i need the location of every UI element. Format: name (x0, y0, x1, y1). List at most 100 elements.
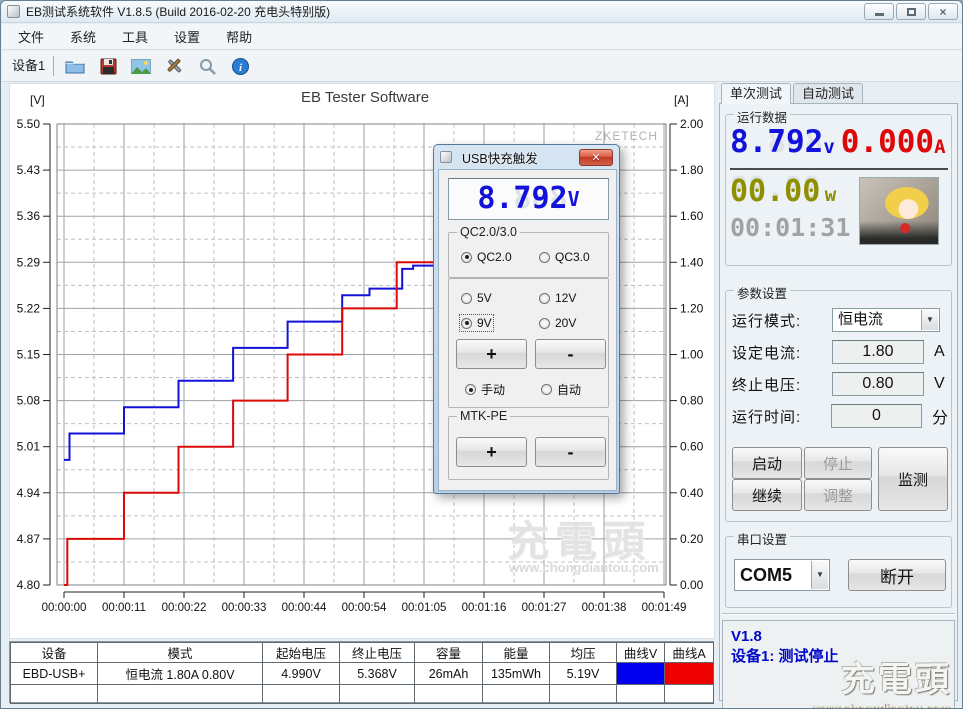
maximize-button[interactable] (896, 3, 926, 20)
svg-text:00:01:38: 00:01:38 (582, 602, 627, 614)
info-icon[interactable]: i (228, 54, 252, 78)
window-title: EB测试系统软件 V1.8.5 (Build 2016-02-20 充电头特别版… (26, 5, 331, 19)
minimize-icon (874, 13, 884, 16)
monitor-button[interactable]: 监测 (878, 447, 948, 511)
tab-auto-test[interactable]: 自动测试 (793, 83, 864, 103)
voltage-display: 8.888 8.792 (730, 124, 824, 160)
tab-single-test[interactable]: 单次测试 (721, 83, 792, 104)
continue-button[interactable]: 继续 (732, 479, 802, 511)
svg-text:00:00:33: 00:00:33 (222, 602, 267, 614)
radio-dot (461, 251, 472, 263)
voltage-plus-button[interactable]: + (456, 339, 527, 369)
trigger-voltage-value: 8.888 8.792 (477, 181, 568, 216)
serial-label: 串口设置 (734, 529, 791, 548)
serial-group: 串口设置 COM5 ▼ 断开 (725, 529, 952, 608)
power-unit: w (824, 184, 837, 206)
mtk-plus-button[interactable]: + (456, 437, 527, 467)
menu-bar: 文件 系统 工具 设置 帮助 (2, 24, 962, 50)
radio-qc30[interactable]: QC3.0 (539, 250, 590, 264)
run-mode-select[interactable]: 恒电流 ▼ (832, 308, 940, 332)
start-button[interactable]: 启动 (732, 447, 802, 479)
watermark-url: www.chongdiantou.com (509, 560, 659, 575)
watermark-url: www.chongdiantou.com (811, 701, 950, 709)
radio-label: 5V (477, 291, 492, 305)
voltage-unit: v (823, 136, 835, 158)
stop-button[interactable]: 停止 (804, 447, 872, 479)
radio-dot (461, 292, 472, 304)
image-export-icon[interactable] (129, 54, 153, 78)
cutoff-voltage-input[interactable]: 0.80 (832, 372, 924, 396)
radio-label: 自动 (557, 383, 582, 397)
svg-text:1.00: 1.00 (680, 348, 704, 362)
close-icon: × (939, 4, 947, 19)
radio-manual[interactable]: 手动 (465, 381, 505, 398)
watermark-logo: 充電頭 (841, 661, 952, 699)
voltage-minus-button[interactable]: - (535, 339, 606, 369)
table-row-empty (10, 684, 714, 704)
svg-text:00:00:44: 00:00:44 (282, 602, 327, 614)
col-end-voltage: 终止电压 (339, 642, 415, 663)
radio-5v[interactable]: 5V (461, 291, 492, 305)
mtk-group: MTK-PE + - (448, 409, 609, 480)
radio-20v[interactable]: 20V (539, 316, 576, 330)
run-time-input[interactable]: 0 (830, 404, 922, 428)
menu-settings[interactable]: 设置 (174, 27, 200, 46)
svg-text:2.00: 2.00 (680, 117, 704, 131)
run-data-group: 运行数据 8.888 8.792 v 8.888 0.000 A 88.88 00.0… (725, 107, 952, 266)
svg-text:1.20: 1.20 (680, 301, 704, 315)
save-icon[interactable] (96, 54, 120, 78)
radio-label: QC3.0 (555, 250, 590, 264)
svg-text:4.87: 4.87 (17, 532, 41, 546)
close-button[interactable]: × (928, 3, 958, 20)
watermark-zketech: ZKETECH (594, 129, 658, 143)
cell-avg-voltage: 5.19V (549, 662, 617, 685)
mtk-minus-button[interactable]: - (535, 437, 606, 467)
svg-text:5.08: 5.08 (17, 394, 41, 408)
run-mode-value: 恒电流 (838, 311, 884, 328)
trigger-voltage-unit: V (567, 187, 580, 211)
radio-12v[interactable]: 12V (539, 291, 576, 305)
table-row[interactable]: EBD-USB+ 恒电流 1.80A 0.80V 4.990V 5.368V 2… (10, 662, 714, 685)
svg-text:5.29: 5.29 (17, 255, 41, 269)
menu-tools[interactable]: 工具 (122, 27, 148, 46)
tools-icon[interactable] (162, 54, 186, 78)
set-current-input[interactable]: 1.80 (832, 340, 924, 364)
open-folder-icon[interactable] (63, 54, 87, 78)
radio-auto[interactable]: 自动 (541, 381, 581, 398)
menu-help[interactable]: 帮助 (226, 27, 252, 46)
svg-text:5.01: 5.01 (17, 440, 41, 454)
adjust-button[interactable]: 调整 (804, 479, 872, 511)
run-time-label: 运行时间: (732, 408, 802, 426)
mtk-group-label: MTK-PE (457, 409, 511, 423)
col-device: 设备 (10, 642, 98, 663)
svg-text:5.15: 5.15 (17, 348, 41, 362)
chevron-down-icon[interactable]: ▼ (811, 561, 828, 589)
dialog-close-button[interactable]: ✕ (579, 149, 613, 166)
app-window: EB测试系统软件 V1.8.5 (Build 2016-02-20 充电头特别版… (0, 0, 963, 709)
radio-label: 12V (555, 291, 577, 305)
run-data-divider (730, 168, 948, 170)
radio-dot (539, 317, 550, 329)
disconnect-button[interactable]: 断开 (848, 559, 946, 591)
run-time-unit: 分 (931, 410, 948, 427)
radio-9v[interactable]: 9V (459, 314, 494, 332)
table-header-row: 设备 模式 起始电压 终止电压 容量 能量 均压 曲线V 曲线A (10, 642, 714, 663)
svg-text:1.40: 1.40 (680, 255, 704, 269)
chevron-down-icon[interactable]: ▼ (921, 310, 938, 330)
svg-text:1.60: 1.60 (680, 209, 704, 223)
voltage-select-group: 5V 12V 9V 20V + - 手动 自动 (448, 278, 609, 408)
time-display: 00:01:31 (730, 213, 851, 242)
menu-file[interactable]: 文件 (18, 27, 44, 46)
device-tab-label[interactable]: 设备1 (12, 56, 55, 76)
menu-system[interactable]: 系统 (70, 27, 96, 46)
zoom-icon[interactable] (195, 54, 219, 78)
radio-qc20[interactable]: QC2.0 (461, 250, 512, 264)
col-curve-a: 曲线A (664, 642, 714, 663)
com-port-select[interactable]: COM5 ▼ (734, 559, 830, 591)
app-icon (7, 5, 20, 18)
set-current-label: 设定电流: (732, 344, 802, 362)
svg-text:00:00:11: 00:00:11 (102, 602, 146, 614)
svg-text:00:00:00: 00:00:00 (42, 602, 87, 614)
cell-end-voltage: 5.368V (339, 662, 415, 685)
minimize-button[interactable] (864, 3, 894, 20)
